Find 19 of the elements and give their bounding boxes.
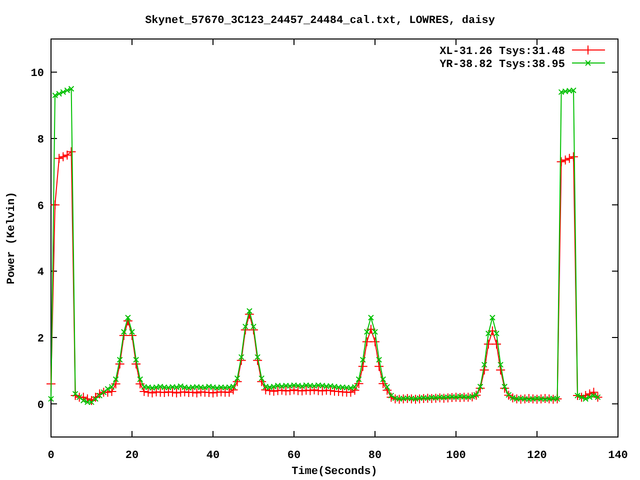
y-tick-label: 2 (37, 334, 44, 346)
x-tick-label: 60 (287, 450, 301, 462)
x-tick-label: 140 (608, 450, 628, 462)
y-tick-label: 4 (37, 267, 44, 280)
x-tick-label: 0 (48, 450, 54, 462)
y-tick-label: 10 (30, 68, 44, 80)
y-tick-label: 6 (37, 200, 44, 213)
x-tick-label: 120 (527, 450, 547, 462)
x-axis-label: Time(Seconds) (292, 466, 378, 478)
x-tick-label: 20 (125, 450, 139, 462)
legend-label: XL-31.26 Tsys:31.48 (440, 46, 565, 58)
y-tick-label: 8 (37, 134, 44, 146)
x-tick-label: 80 (368, 450, 382, 462)
x-tick-label: 100 (446, 450, 466, 462)
y-tick-label: 0 (37, 400, 44, 412)
y-axis-label: Power (Kelvin) (6, 192, 18, 284)
chart-title: Skynet_57670_3C123_24457_24484_cal.txt, LOWRES, daisy (145, 15, 495, 27)
legend-label: YR-38.82 Tsys:38.95 (440, 59, 565, 71)
x-tick-label: 40 (206, 450, 220, 462)
